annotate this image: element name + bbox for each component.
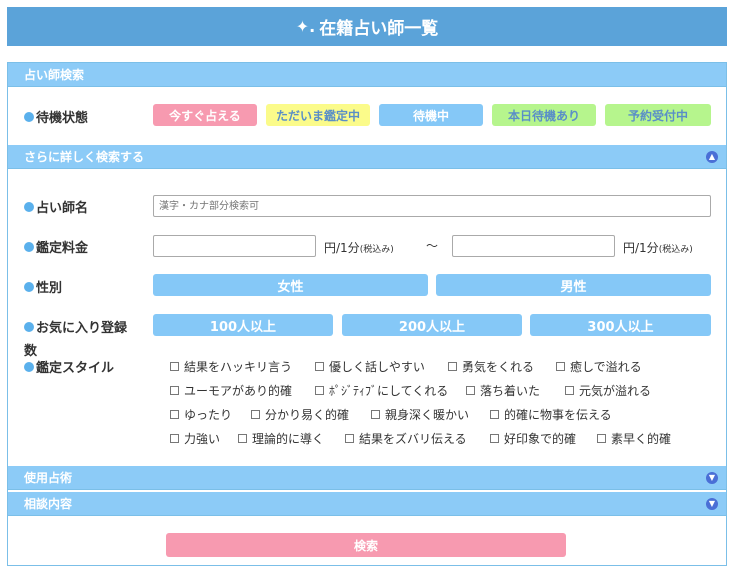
style-checkbox[interactable]: 好印象で的確 — [490, 430, 576, 447]
collapse-up-icon[interactable]: ▲ — [706, 151, 718, 163]
section-search: 占い師検索 — [8, 63, 726, 87]
favorite-300-button[interactable]: 300人以上 — [530, 314, 711, 336]
section-divination-toggle[interactable]: 使用占術 ▼ — [8, 466, 726, 490]
gender-female-button[interactable]: 女性 — [153, 274, 428, 296]
bullet-icon — [24, 201, 34, 212]
gender-male-button[interactable]: 男性 — [436, 274, 711, 296]
style-checkbox[interactable]: ユーモアがあり的確 — [170, 382, 292, 399]
status-now-button[interactable]: 今すぐ占える — [153, 104, 257, 126]
style-checkbox[interactable]: 落ち着いた — [466, 382, 540, 399]
style-checkbox[interactable]: 優しく話しやすい — [315, 358, 425, 375]
bullet-icon — [24, 111, 34, 122]
status-reserve-button[interactable]: 予約受付中 — [605, 104, 711, 126]
page-title-text: 在籍占い師一覧 — [319, 19, 439, 39]
status-today-button[interactable]: 本日待機あり — [492, 104, 596, 126]
status-waiting-button[interactable]: 待機中 — [379, 104, 483, 126]
style-checkbox[interactable]: 癒しで溢れる — [556, 358, 642, 375]
style-checkbox[interactable]: 分かり易く的確 — [251, 406, 349, 423]
name-label: 占い師名 — [24, 197, 88, 216]
style-checkbox[interactable]: ﾎﾟｼﾞﾃｨﾌﾞにしてくれる — [315, 382, 448, 399]
bullet-icon — [24, 321, 34, 332]
bullet-icon — [24, 361, 34, 372]
search-button[interactable]: 検索 — [166, 533, 566, 557]
style-checkbox[interactable]: 結果をハッキリ言う — [170, 358, 292, 375]
fee-max-input[interactable] — [452, 235, 615, 257]
page-title: ✦. 在籍占い師一覧 — [7, 7, 727, 46]
expand-down-icon[interactable]: ▼ — [706, 472, 718, 484]
style-checkbox[interactable]: 結果をズバリ伝える — [345, 430, 467, 447]
style-checkbox[interactable]: 勇気をくれる — [448, 358, 534, 375]
style-checkbox[interactable]: ゆったり — [170, 406, 232, 423]
fee-label: 鑑定料金 — [24, 237, 88, 256]
fee-max-unit: 円/1分(税込み) — [623, 241, 693, 255]
style-checkbox[interactable]: 素早く的確 — [597, 430, 671, 447]
style-label: 鑑定スタイル — [24, 357, 114, 376]
search-panel: 占い師検索 待機状態 今すぐ占える ただいま鑑定中 待機中 本日待機あり 予約受… — [7, 62, 727, 566]
favorite-100-button[interactable]: 100人以上 — [153, 314, 333, 336]
fee-min-unit: 円/1分(税込み) — [324, 241, 394, 255]
gender-label: 性別 — [24, 277, 62, 296]
style-checkbox[interactable]: 力強い — [170, 430, 220, 447]
favorite-200-button[interactable]: 200人以上 — [342, 314, 522, 336]
style-checkbox[interactable]: 的確に物事を伝える — [490, 406, 612, 423]
bullet-icon — [24, 241, 34, 252]
fee-range-separator: 〜 — [426, 239, 439, 253]
fortune-teller-name-input[interactable] — [153, 195, 711, 217]
status-busy-button[interactable]: ただいま鑑定中 — [266, 104, 370, 126]
section-detail-toggle[interactable]: さらに詳しく検索する ▲ — [8, 145, 726, 169]
style-checkbox[interactable]: 親身深く暖かい — [371, 406, 469, 423]
bullet-icon — [24, 281, 34, 292]
expand-down-icon[interactable]: ▼ — [706, 498, 718, 510]
style-checkbox[interactable]: 理論的に導く — [238, 430, 324, 447]
section-consult-toggle[interactable]: 相談内容 ▼ — [8, 492, 726, 516]
status-label: 待機状態 — [24, 107, 88, 126]
fee-min-input[interactable] — [153, 235, 316, 257]
sparkle-icon: ✦. — [295, 17, 316, 36]
favorite-label: お気に入り登録 — [24, 317, 127, 336]
style-checkbox[interactable]: 元気が溢れる — [565, 382, 651, 399]
